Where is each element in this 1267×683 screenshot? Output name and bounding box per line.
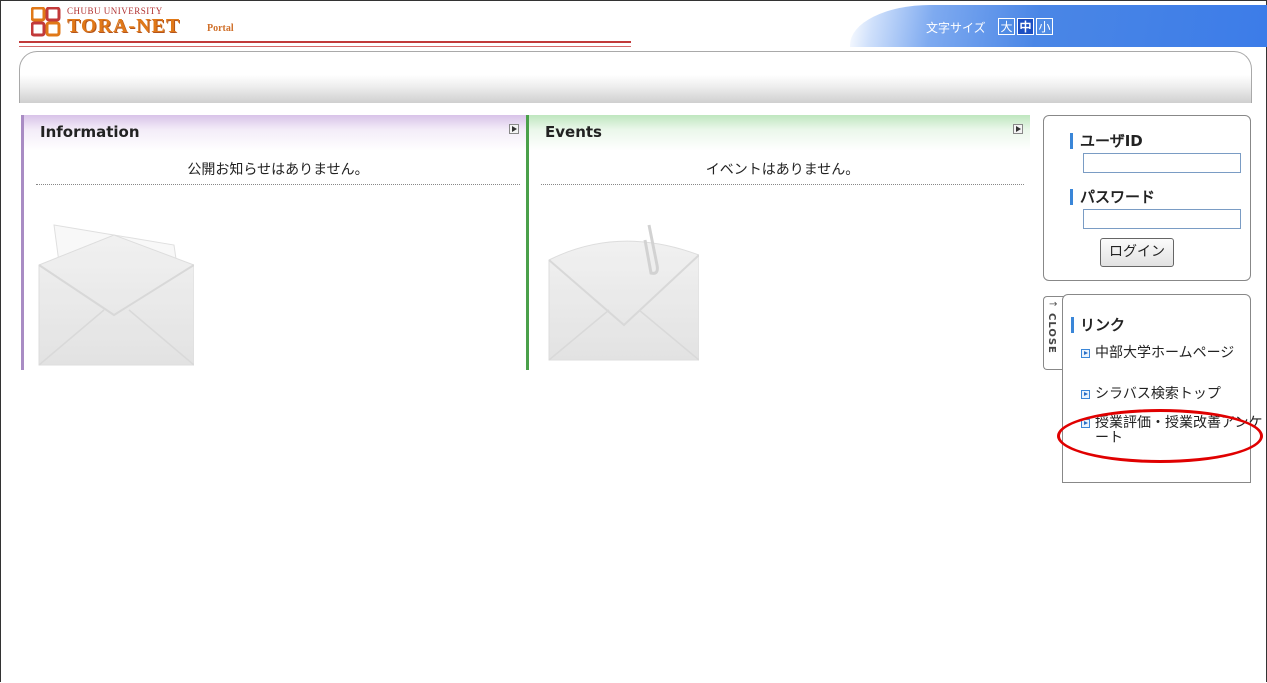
header: CHUBU UNIVERSITY TORA-NET Portal 文字サイズ 大… (1, 1, 1267, 49)
link-bullet-icon (1081, 349, 1090, 358)
font-size-medium-button[interactable]: 中 (1017, 18, 1034, 35)
password-input[interactable] (1083, 209, 1241, 229)
font-size-large-button[interactable]: 大 (998, 18, 1015, 35)
link-bullet-icon (1081, 390, 1090, 399)
events-message: イベントはありません。 (541, 159, 1024, 185)
events-expand-icon[interactable] (1013, 124, 1023, 134)
information-message: 公開お知らせはありません。 (36, 159, 520, 185)
events-title: Events (545, 123, 602, 141)
events-portlet: Events イベントはありません。 (526, 115, 1030, 370)
events-title-bar: Events (529, 115, 1030, 151)
link-label: シラバス検索トップ (1095, 386, 1221, 402)
logo-sub-text: Portal (207, 23, 234, 34)
font-size-small-button[interactable]: 小 (1036, 18, 1053, 35)
close-tab[interactable]: → CLOSE (1043, 296, 1064, 370)
envelope-clip-icon (548, 224, 699, 361)
link-chubu-homepage[interactable]: 中部大学ホームページ (1081, 346, 1263, 361)
information-title: Information (40, 123, 140, 141)
highlight-circle (1057, 409, 1263, 463)
font-size-label: 文字サイズ (926, 21, 986, 35)
login-button[interactable]: ログイン (1100, 238, 1174, 267)
login-panel: ユーザID パスワード ログイン (1043, 115, 1251, 281)
password-label: パスワード (1070, 189, 1155, 205)
logo-underline-thin (19, 46, 631, 47)
portal-logo[interactable]: CHUBU UNIVERSITY TORA-NET Portal (19, 5, 631, 49)
user-id-label: ユーザID (1070, 133, 1143, 149)
navigation-bar (19, 51, 1252, 103)
logo-underline (19, 41, 631, 43)
links-title: リンク (1071, 317, 1125, 333)
information-title-bar: Information (24, 115, 526, 151)
information-portlet: Information 公開お知らせはありません。 (21, 115, 526, 370)
link-syllabus-search[interactable]: シラバス検索トップ (1081, 387, 1263, 402)
logo-title-text: TORA-NET (67, 15, 181, 37)
close-arrow-icon: → (1049, 299, 1058, 310)
envelope-icon (38, 224, 194, 366)
logo-mark-icon (31, 7, 61, 37)
user-id-input[interactable] (1083, 153, 1241, 173)
information-expand-icon[interactable] (509, 124, 519, 134)
close-label: CLOSE (1046, 313, 1057, 354)
font-size-bar: 文字サイズ 大 中 小 (850, 5, 1267, 47)
link-label: 中部大学ホームページ (1095, 345, 1235, 361)
